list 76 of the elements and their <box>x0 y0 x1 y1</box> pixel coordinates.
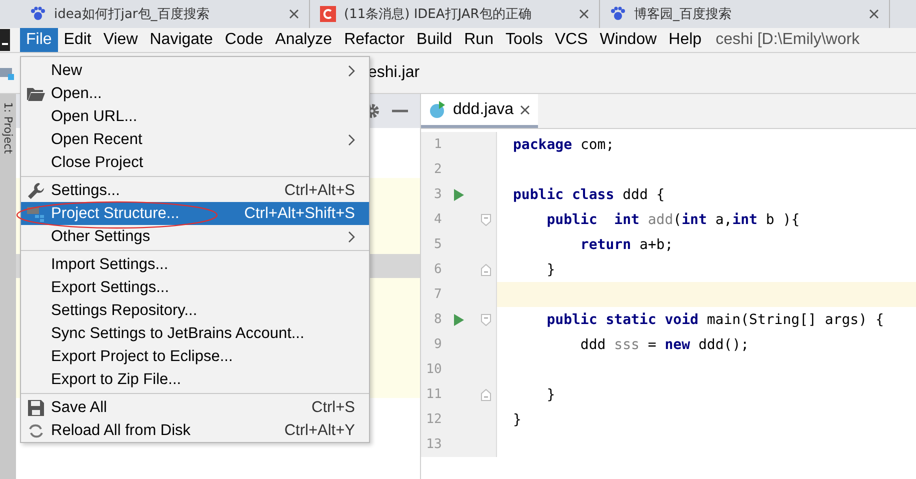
line-number: 11 <box>425 387 442 402</box>
project-folder-icon <box>0 66 14 80</box>
line-number: 3 <box>433 187 442 202</box>
menu-item[interactable]: Save All Ctrl+S <box>21 396 369 419</box>
c-logo-icon <box>320 6 336 22</box>
menu-bar-item[interactable]: VCS <box>548 28 594 52</box>
menu-item[interactable]: Settings Repository... <box>21 299 369 322</box>
menu-item[interactable]: Close Project <box>21 151 369 174</box>
line-number: 6 <box>433 262 442 277</box>
menu-item[interactable]: Sync Settings to JetBrains Account... <box>21 322 369 345</box>
project-tool-tab[interactable]: 1: Project <box>2 102 14 479</box>
java-class-icon <box>429 100 447 118</box>
editor-tab[interactable]: ddd.java <box>421 94 538 128</box>
fold-marker-icon[interactable] <box>481 314 492 326</box>
menu-item[interactable]: Export Project to Eclipse... <box>21 345 369 368</box>
menu-bar-item[interactable]: Analyze <box>269 28 338 52</box>
menu-bar-item[interactable]: View <box>97 28 144 52</box>
menu-item[interactable]: Other Settings <box>21 225 369 248</box>
menu-bar-item[interactable]: File <box>20 28 58 52</box>
menu-bar-item[interactable]: Build <box>410 28 458 52</box>
run-icon[interactable] <box>454 314 464 326</box>
menu-bar-item[interactable]: Run <box>458 28 500 52</box>
line-number: 13 <box>425 437 442 452</box>
close-icon[interactable] <box>579 9 589 19</box>
code-line: public int add(int a,int b ){ <box>546 212 800 228</box>
line-number: 10 <box>425 362 442 377</box>
code-line: } <box>546 262 556 278</box>
close-icon[interactable] <box>869 9 879 19</box>
code-line: ddd sss = new ddd(); <box>579 336 750 352</box>
menu-bar-item[interactable]: Edit <box>58 28 98 52</box>
code-line: public class ddd { <box>512 186 665 202</box>
menu-item[interactable]: Import Settings... <box>21 253 369 276</box>
close-icon[interactable] <box>289 9 299 19</box>
menu-item[interactable]: Open URL... <box>21 105 369 128</box>
app-logo-icon <box>0 29 10 51</box>
fold-marker-icon[interactable] <box>481 388 492 400</box>
minimize-icon[interactable] <box>392 109 408 113</box>
run-icon[interactable] <box>454 188 464 200</box>
close-icon[interactable] <box>520 104 530 114</box>
menu-bar-item[interactable]: Help <box>662 28 708 52</box>
menu-item[interactable]: Export to Zip File... <box>21 368 369 391</box>
line-number: 8 <box>433 312 442 327</box>
line-number: 2 <box>433 162 442 177</box>
paw-icon <box>30 6 46 22</box>
fold-marker-icon[interactable] <box>481 214 492 226</box>
wrench-icon <box>27 182 45 200</box>
menu-bar-item[interactable]: Navigate <box>144 28 219 52</box>
code-line: } <box>546 386 556 402</box>
menu-bar-item[interactable]: Window <box>594 28 663 52</box>
menu-bar-item[interactable]: Refactor <box>338 28 411 52</box>
line-number: 7 <box>433 287 442 302</box>
line-number: 4 <box>433 212 442 227</box>
menu-item[interactable]: Export Settings... <box>21 276 369 299</box>
menu-item[interactable]: Settings... Ctrl+Alt+S <box>21 179 369 202</box>
window-title: ceshi [D:\Emily\work <box>716 31 860 49</box>
breadcrumb[interactable]: eshi.jar <box>368 64 420 82</box>
folder-icon <box>27 86 45 100</box>
code-line: } <box>512 412 522 428</box>
line-number: 5 <box>433 237 442 252</box>
code-line: package com; <box>512 136 614 152</box>
menu-bar-item[interactable]: Code <box>218 28 270 52</box>
menu-item[interactable]: Open... <box>21 82 369 105</box>
menu-item[interactable]: Open Recent <box>21 128 369 151</box>
menu-item[interactable]: Reload All from Disk Ctrl+Alt+Y <box>21 419 369 442</box>
line-number: 12 <box>425 412 442 427</box>
menu-item[interactable]: New <box>21 59 369 82</box>
fold-marker-icon[interactable] <box>481 264 492 276</box>
code-line: public static void main(String[] args) { <box>546 312 884 328</box>
code-line: return a+b; <box>579 236 674 252</box>
line-number: 9 <box>433 337 442 352</box>
paw-icon <box>610 6 626 22</box>
menu-bar-item[interactable]: Tools <box>499 28 549 52</box>
line-number: 1 <box>433 137 442 152</box>
structure-icon <box>27 206 45 222</box>
save-icon <box>28 400 44 416</box>
reload-icon <box>28 422 44 438</box>
